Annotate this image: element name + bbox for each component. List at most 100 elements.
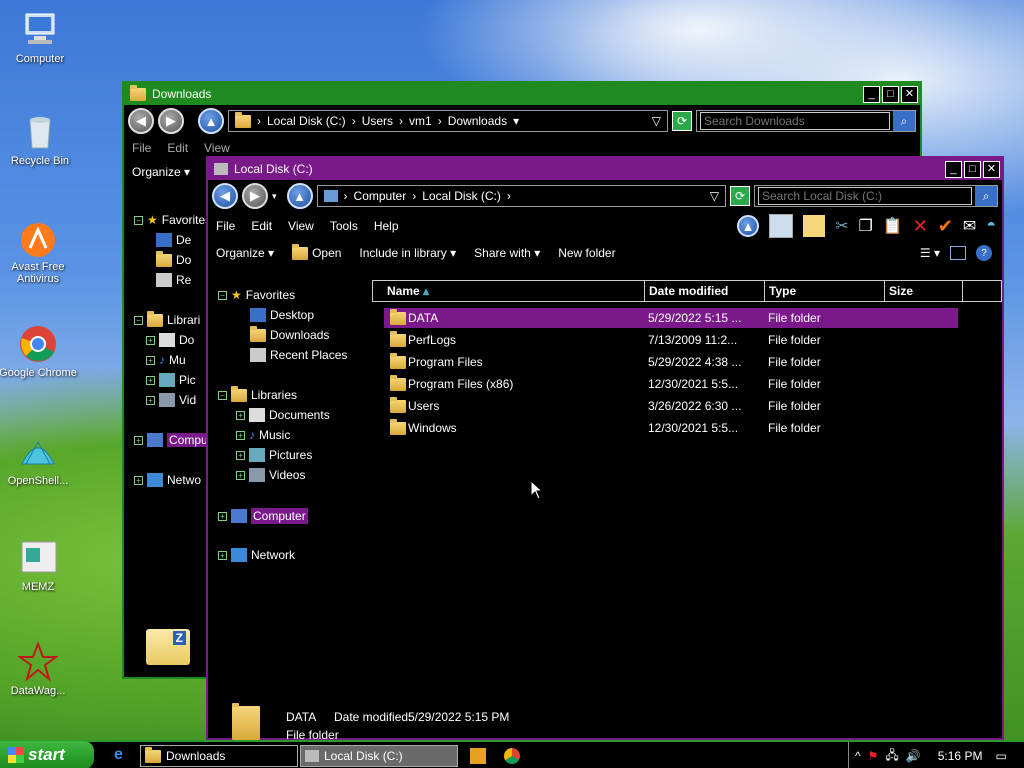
close-button[interactable]: ✕ [983,160,1000,178]
chevron-down-icon[interactable]: ▽ [710,189,719,203]
tree-music[interactable]: + ♪ Mu [146,353,186,367]
share-with-button[interactable]: Share with ▾ [474,246,540,260]
file-row[interactable]: PerfLogs 7/13/2009 11:2... File folder [384,330,958,350]
menu-edit[interactable]: Edit [167,141,188,155]
tree-music[interactable]: + ♪ Music [236,428,290,442]
tree-recent-places[interactable]: Recent Places [250,348,347,362]
tree-pictures[interactable]: + Pic [146,373,196,387]
chevron-down-icon[interactable]: ▽ [652,114,661,128]
tree-favorites[interactable]: − ★ Favorites [134,213,210,227]
search-input[interactable] [700,112,890,130]
up-button[interactable]: ▲ [286,183,313,209]
column-name[interactable]: Name ▴ [373,281,645,301]
copy-icon[interactable]: ❐ [858,216,872,236]
paste-icon[interactable]: 📋 [883,216,903,236]
breadcrumb-item[interactable]: Users [362,114,393,128]
view-options-icon[interactable]: ☰ ▾ [920,246,940,260]
new-folder-button[interactable]: New folder [558,246,615,260]
tree-documents[interactable]: + Documents [236,408,330,422]
tree-desktop[interactable]: Desktop [250,308,314,322]
tree-libraries[interactable]: − Libraries [218,385,297,402]
delete-icon[interactable]: ✕ [913,216,928,237]
desktop-icon-recycle-bin[interactable]: Recycle Bin [0,112,80,167]
menu-tools[interactable]: Tools [330,219,358,233]
search-box[interactable]: ⌕ [754,185,998,207]
menu-help[interactable]: Help [374,219,399,233]
tree-network[interactable]: + Network [218,548,295,562]
search-icon[interactable]: ⌕ [893,111,915,131]
chrome-icon[interactable] [504,748,520,764]
desktop-icon-openshell[interactable]: OpenShell... [0,432,78,487]
checkmark-icon[interactable]: ✔ [938,216,953,237]
tree-computer[interactable]: + Compu [134,433,210,447]
volume-icon[interactable]: 🔊 [906,749,921,763]
menu-file[interactable]: File [132,141,151,155]
taskbar-button-downloads[interactable]: Downloads [140,745,298,767]
column-date-modified[interactable]: Date modified [645,281,765,301]
tree-videos[interactable]: + Videos [236,468,305,482]
recent-pages-dropdown[interactable]: ▾ [272,191,277,202]
zip-file-icon[interactable]: Z [146,629,190,665]
show-hidden-icons-button[interactable]: ^ [855,749,861,763]
taskbar-button-local-disk[interactable]: Local Disk (C:) [300,745,458,767]
column-type[interactable]: Type [765,281,885,301]
ie-icon[interactable]: e [114,746,123,764]
email-icon[interactable]: ✉ [963,216,976,236]
network-icon[interactable]: 🖧 [885,746,898,767]
tree-documents[interactable]: + Do [146,333,194,347]
file-row[interactable]: Program Files 5/29/2022 4:38 ... File fo… [384,352,958,372]
tree-videos[interactable]: + Vid [146,393,196,407]
close-button[interactable]: ✕ [901,85,918,103]
desktop-icon-computer[interactable]: Computer [0,10,80,65]
breadcrumb-item[interactable]: Local Disk (C:) [267,114,346,128]
address-bar[interactable]: › Local Disk (C:) › Users › vm1 › Downloads … [228,110,668,132]
menu-view[interactable]: View [288,219,314,233]
title-bar[interactable]: Local Disk (C:) _ □ ✕ [208,158,1002,180]
maximize-button[interactable]: □ [964,160,981,178]
view-icon[interactable] [769,214,794,238]
up-button[interactable]: ▲ [198,108,224,134]
breadcrumb-item[interactable]: Computer [354,189,407,203]
minimize-button[interactable]: _ [945,160,962,178]
tree-pictures[interactable]: + Pictures [236,448,312,462]
tree-downloads[interactable]: Downloads [250,325,329,342]
tree-computer[interactable]: + Computer [218,508,308,524]
file-row[interactable]: Users 3/26/2022 6:30 ... File folder [384,396,958,416]
search-input[interactable] [758,187,972,205]
organize-button[interactable]: Organize ▾ [216,246,274,260]
tree-recent[interactable]: Re [156,273,191,287]
local-disk-window[interactable]: Local Disk (C:) _ □ ✕ ◀ ▶ ▾ ▲ › Computer … [206,156,1004,742]
tree-network[interactable]: + Netwo [134,473,201,487]
organize-button[interactable]: Organize ▾ [132,165,190,179]
tree-libraries[interactable]: − Librari [134,310,200,327]
start-button[interactable]: start [0,741,94,768]
back-button[interactable]: ◀ [212,183,238,209]
menu-file[interactable]: File [216,219,235,233]
tree-desktop[interactable]: De [156,233,191,247]
minimize-button[interactable]: _ [863,85,880,103]
search-icon[interactable]: ⌕ [975,186,997,206]
desktop-icon-avast[interactable]: Avast Free Antivirus [0,218,78,285]
desktop-icon-memz[interactable]: MEMZ [0,538,78,593]
menu-edit[interactable]: Edit [251,219,272,233]
file-row[interactable]: Windows 12/30/2021 5:5... File folder [384,418,958,438]
forward-button[interactable]: ▶ [158,108,184,134]
shell-icon[interactable]: ◓ [986,217,996,235]
back-button[interactable]: ◀ [128,108,154,134]
file-row[interactable]: DATA 5/29/2022 5:15 ... File folder [384,308,958,328]
desktop-icon-chrome[interactable]: Google Chrome [0,324,78,379]
refresh-button[interactable]: ⟳ [672,111,692,131]
desktop-icon-datawag[interactable]: DataWag... [0,641,78,697]
media-player-icon[interactable] [470,748,486,764]
show-desktop-icon[interactable]: ▭ [995,749,1006,763]
breadcrumb-item[interactable]: Downloads [448,114,507,128]
file-row[interactable]: Program Files (x86) 12/30/2021 5:5... Fi… [384,374,958,394]
include-in-library-button[interactable]: Include in library ▾ [359,246,456,260]
properties-icon[interactable] [803,215,826,237]
breadcrumb-item[interactable]: vm1 [409,114,432,128]
address-bar[interactable]: › Computer › Local Disk (C:) › ▽ [316,185,726,207]
open-button[interactable]: Open [292,243,341,260]
column-size[interactable]: Size [885,281,963,301]
forward-button[interactable]: ▶ [242,183,268,209]
help-icon[interactable]: ? [976,245,992,261]
